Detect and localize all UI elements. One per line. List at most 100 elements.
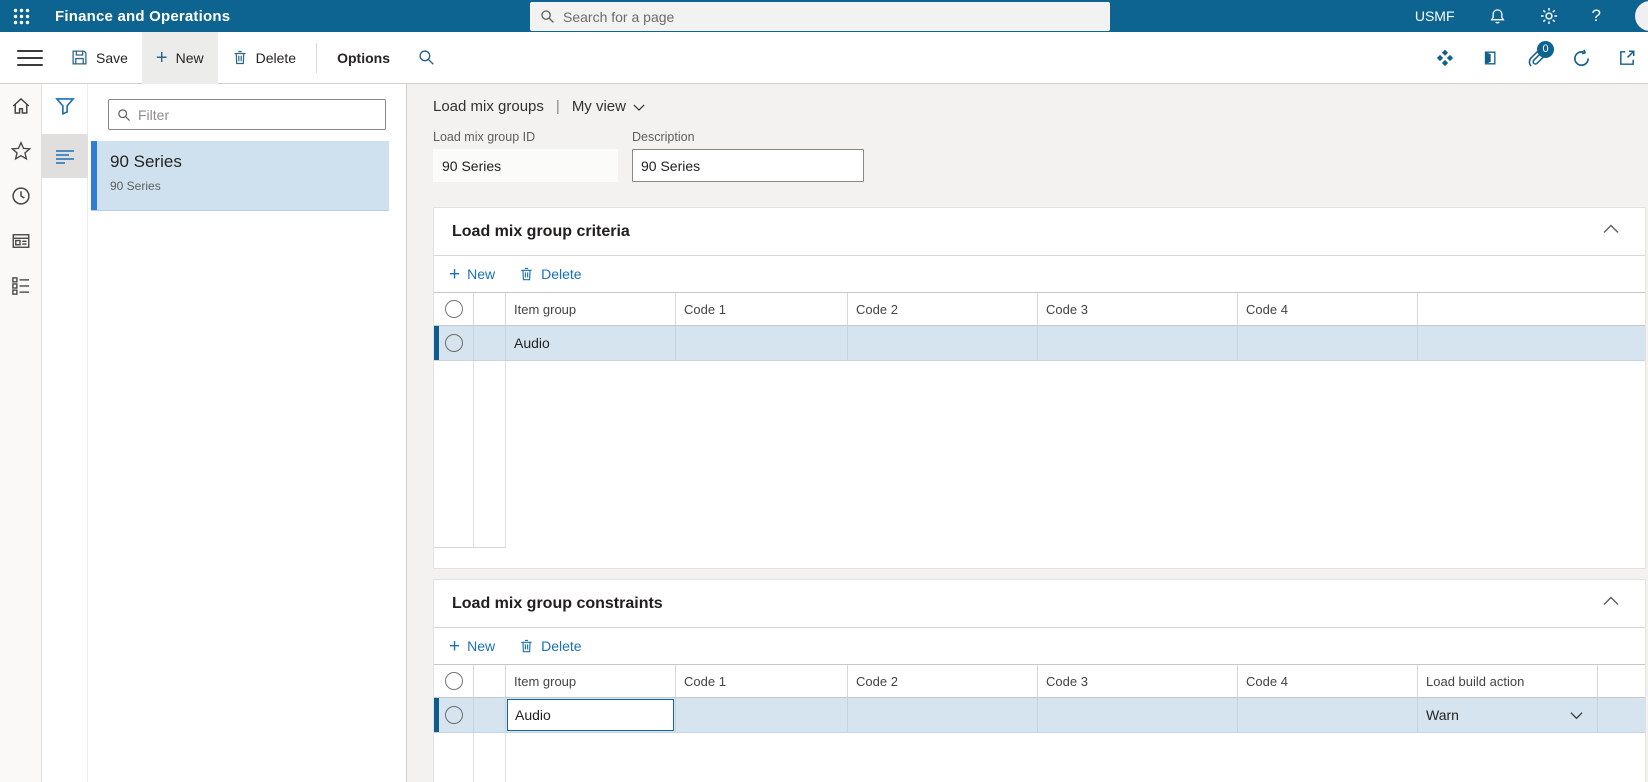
company-selector[interactable]: USMF <box>1415 8 1455 24</box>
field-label-description: Description <box>632 130 695 144</box>
filter-input[interactable] <box>138 106 377 123</box>
grid-delete-button[interactable]: Delete <box>519 638 582 654</box>
filter-funnel-icon[interactable] <box>54 96 75 116</box>
column-header-load-build-action[interactable]: Load build action <box>1418 665 1598 698</box>
topbar-right-cluster: USMF ? <box>1415 0 1648 32</box>
column-header-code1[interactable]: Code 1 <box>676 293 848 326</box>
header-cell-filler <box>1598 665 1645 698</box>
record-list: 90 Series 90 Series <box>88 84 406 782</box>
page-body: 90 Series 90 Series Load mix groups | My… <box>0 84 1648 782</box>
cell-code1[interactable] <box>676 698 848 733</box>
breadcrumb[interactable]: Load mix groups <box>433 98 544 115</box>
cell-item-group[interactable]: Audio <box>506 326 676 361</box>
grid-delete-button[interactable]: Delete <box>519 266 582 282</box>
column-header-code1[interactable]: Code 1 <box>676 665 848 698</box>
cell-item-group-editing <box>506 698 676 733</box>
plus-icon: + <box>449 635 461 657</box>
global-search <box>530 2 1110 31</box>
grid-new-button[interactable]: + New <box>449 265 495 284</box>
column-header-code2[interactable]: Code 2 <box>848 665 1038 698</box>
cell-code4[interactable] <box>1238 698 1418 733</box>
list-filter <box>108 99 386 130</box>
list-item-subtitle: 90 Series <box>110 179 161 193</box>
item-group-editor[interactable] <box>507 699 674 731</box>
attachments-icon[interactable]: 0 <box>1526 40 1554 68</box>
cell-code4[interactable] <box>1238 326 1418 361</box>
cell-code3[interactable] <box>1038 698 1238 733</box>
help-icon[interactable]: ? <box>1592 6 1601 26</box>
open-in-new-window-icon[interactable] <box>1618 49 1636 67</box>
column-header-code3[interactable]: Code 3 <box>1038 293 1238 326</box>
cell-code3[interactable] <box>1038 326 1238 361</box>
header-fields: Load mix group ID 90 Series Description <box>433 130 1646 182</box>
favorites-star-icon[interactable] <box>10 141 31 161</box>
load-build-action-dropdown[interactable]: Warn <box>1426 707 1597 723</box>
row-radio[interactable] <box>444 334 463 352</box>
trash-icon <box>232 49 248 66</box>
grid-header-row: Item group Code 1 Code 2 Code 3 Code 4 L… <box>434 665 1645 698</box>
record-list-pane: 90 Series 90 Series <box>41 84 407 782</box>
criteria-grid: Item group Code 1 Code 2 Code 3 Code 4 A… <box>434 292 1645 548</box>
bell-icon[interactable] <box>1489 8 1506 25</box>
modules-icon[interactable] <box>11 276 31 296</box>
column-header-code3[interactable]: Code 3 <box>1038 665 1238 698</box>
row-select-cell[interactable] <box>434 698 474 733</box>
column-header-code2[interactable]: Code 2 <box>848 293 1038 326</box>
search-input[interactable] <box>563 8 1100 25</box>
list-item[interactable]: 90 Series 90 Series <box>91 141 389 211</box>
grid-empty-area <box>434 733 1645 782</box>
select-all-radio[interactable] <box>434 293 474 326</box>
hamburger-icon[interactable] <box>17 49 43 66</box>
delete-button[interactable]: Delete <box>218 32 310 84</box>
grid-empty-area <box>434 361 1645 548</box>
active-row-indicator <box>434 326 439 360</box>
active-row-indicator <box>434 698 439 732</box>
gear-icon[interactable] <box>1540 7 1558 25</box>
cell-code1[interactable] <box>676 326 848 361</box>
list-item-title: 90 Series <box>110 152 182 171</box>
column-header-code4[interactable]: Code 4 <box>1238 293 1418 326</box>
cell-code2[interactable] <box>848 326 1038 361</box>
row-blank-cell <box>474 698 506 733</box>
constraints-grid: Item group Code 1 Code 2 Code 3 Code 4 L… <box>434 664 1645 782</box>
column-header-item-group[interactable]: Item group <box>506 293 676 326</box>
workspace-icon[interactable] <box>11 231 31 251</box>
column-header-item-group[interactable]: Item group <box>506 665 676 698</box>
chevron-down-icon <box>1570 711 1583 720</box>
home-icon[interactable] <box>11 96 31 116</box>
recent-clock-icon[interactable] <box>11 186 31 206</box>
description-field[interactable] <box>632 149 864 182</box>
toolbar-divider <box>316 42 318 73</box>
action-search-icon[interactable] <box>418 49 435 66</box>
options-button[interactable]: Options <box>323 32 404 84</box>
grid-new-button[interactable]: + New <box>449 637 495 656</box>
task-flow-icon[interactable] <box>1436 49 1454 67</box>
save-button[interactable]: Save <box>57 32 142 84</box>
search-icon <box>540 9 555 24</box>
table-row[interactable]: Audio <box>434 326 1645 361</box>
list-view-toggle[interactable] <box>41 134 88 178</box>
header-cell-filler <box>1418 293 1645 326</box>
cell-code2[interactable] <box>848 698 1038 733</box>
row-select-cell[interactable] <box>434 326 474 361</box>
refresh-icon[interactable] <box>1572 49 1591 68</box>
breadcrumb-separator: | <box>555 98 560 115</box>
new-button[interactable]: + New <box>141 31 218 84</box>
table-row[interactable]: Warn <box>434 698 1645 733</box>
grid-header-row: Item group Code 1 Code 2 Code 3 Code 4 <box>434 293 1645 326</box>
column-header-code4[interactable]: Code 4 <box>1238 665 1418 698</box>
chevron-up-icon[interactable] <box>1603 224 1619 234</box>
search-icon <box>117 108 131 122</box>
row-radio[interactable] <box>444 706 463 724</box>
load-mix-group-id-field: 90 Series <box>433 149 618 182</box>
section-load-mix-group-criteria: Load mix group criteria + New Delete Ite… <box>433 207 1646 569</box>
app-launcher-icon[interactable] <box>0 0 42 32</box>
chevron-up-icon[interactable] <box>1603 596 1619 606</box>
list-tools-column <box>41 84 88 782</box>
office-apps-icon[interactable] <box>1481 49 1499 67</box>
section-header: Load mix group constraints <box>434 580 1645 628</box>
avatar[interactable] <box>1635 1 1648 31</box>
cell-filler <box>1598 698 1645 733</box>
view-selector[interactable]: My view <box>572 98 645 115</box>
select-all-radio[interactable] <box>434 665 474 698</box>
